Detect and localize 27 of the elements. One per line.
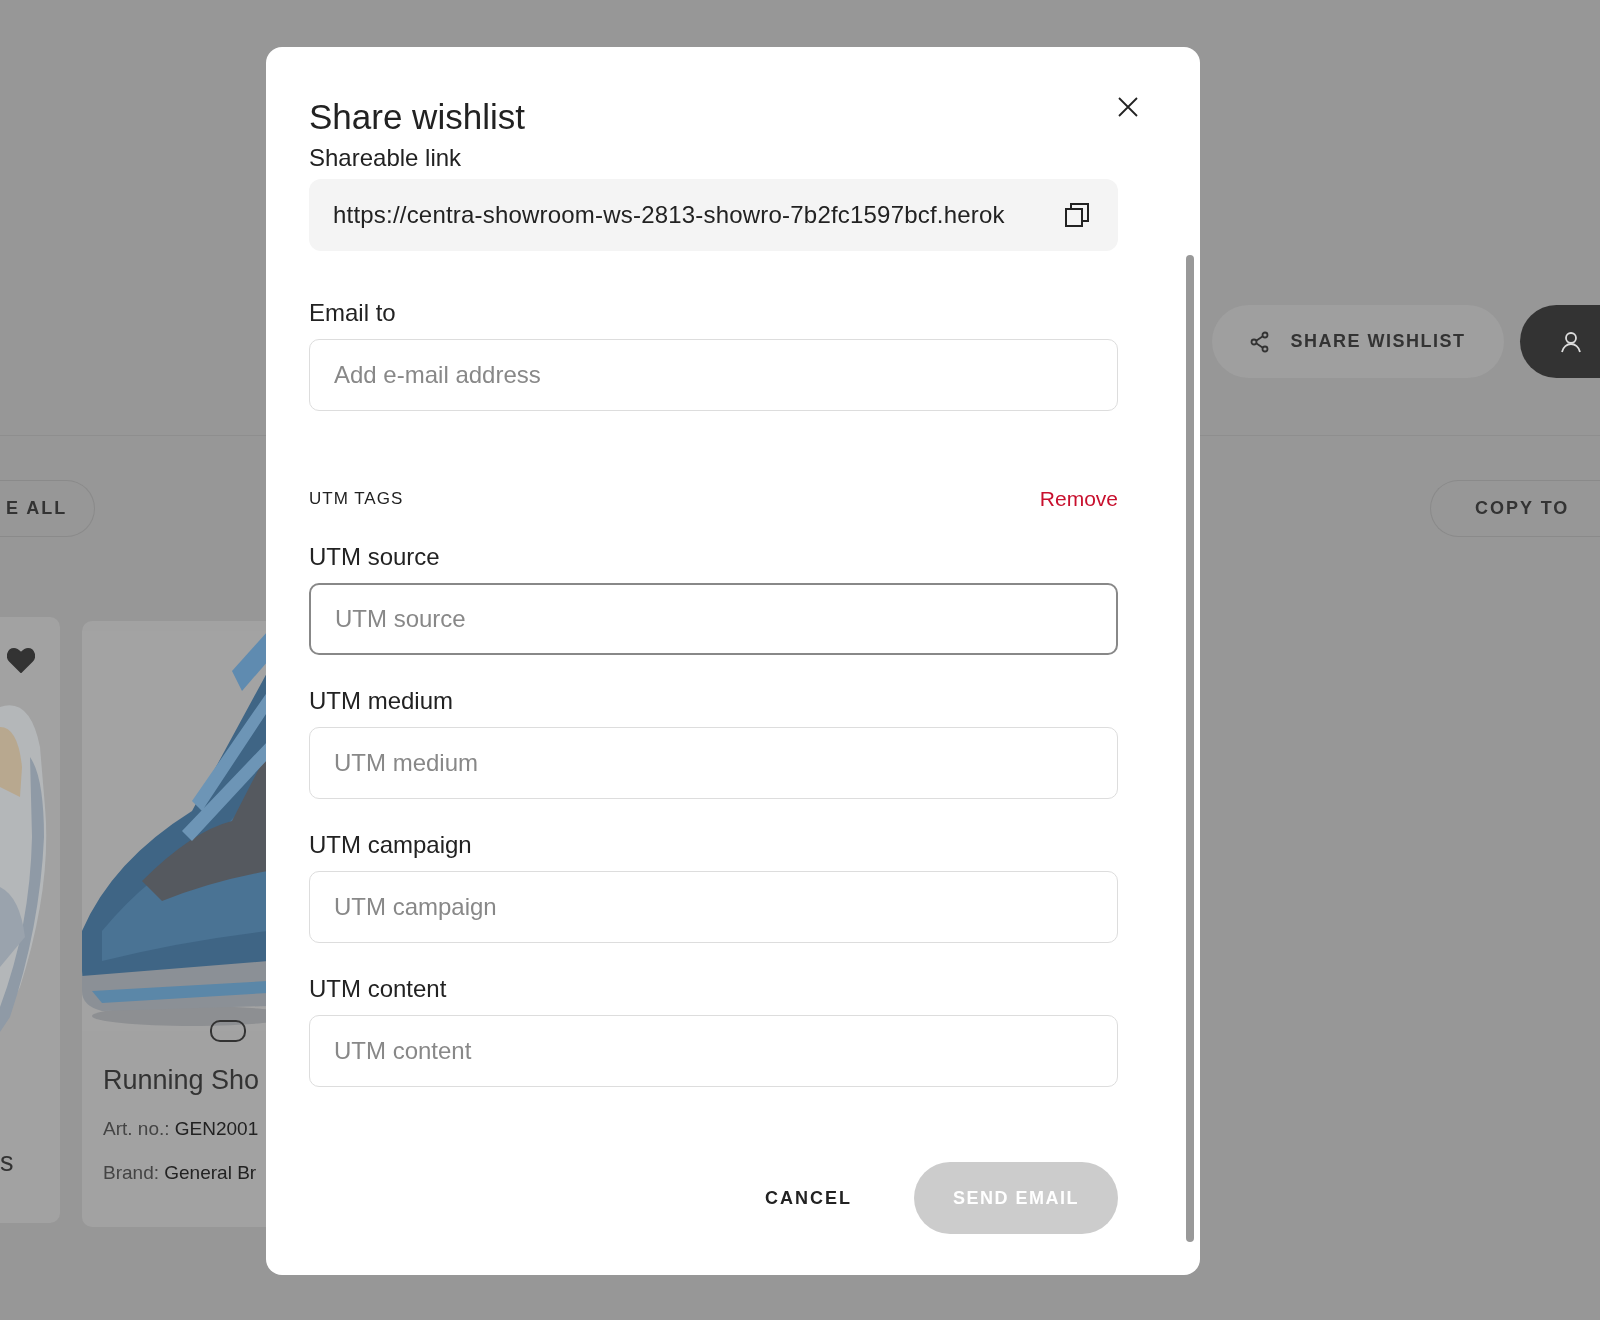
field-label: UTM campaign	[309, 831, 473, 859]
cancel-button[interactable]: CANCEL	[759, 1186, 858, 1210]
product-title: s	[0, 1147, 15, 1178]
section-heading: UTM TAGS	[309, 489, 404, 509]
select-all-button[interactable]: E ALL	[0, 480, 95, 537]
field-label: Email to	[309, 299, 397, 327]
field-label: UTM source	[309, 543, 441, 571]
heart-icon[interactable]	[7, 647, 35, 673]
scrollbar[interactable]	[1186, 255, 1194, 1242]
input-field[interactable]: UTM source	[309, 583, 1118, 655]
field-label: Shareable link	[309, 145, 463, 171]
remove-link[interactable]: Remove	[1039, 487, 1118, 511]
link-field[interactable]: https://centra-showroom-ws-2813-showro-7b2fc1597bcf.herok	[309, 179, 1118, 251]
email-field[interactable]: Add e-mail address	[309, 339, 1118, 411]
article-number: Art. no.: GEN2001	[103, 1118, 260, 1140]
copy-to-button[interactable]: COPY TO	[1430, 480, 1600, 537]
share-wishlist-button[interactable]: SHARE WISHLIST	[1212, 305, 1504, 378]
field-label: UTM content	[309, 975, 448, 1003]
share-icon	[1250, 330, 1271, 353]
dialog-title: Share wishlist	[309, 97, 525, 137]
carousel-indicator[interactable]	[210, 1020, 246, 1042]
brand-text: Brand: General Br	[103, 1162, 258, 1184]
close-icon[interactable]	[1118, 97, 1138, 117]
product-title: Running Sho	[103, 1065, 261, 1096]
user-icon	[1560, 330, 1582, 353]
copy-icon[interactable]	[1064, 202, 1090, 228]
field-label: UTM medium	[309, 687, 454, 715]
